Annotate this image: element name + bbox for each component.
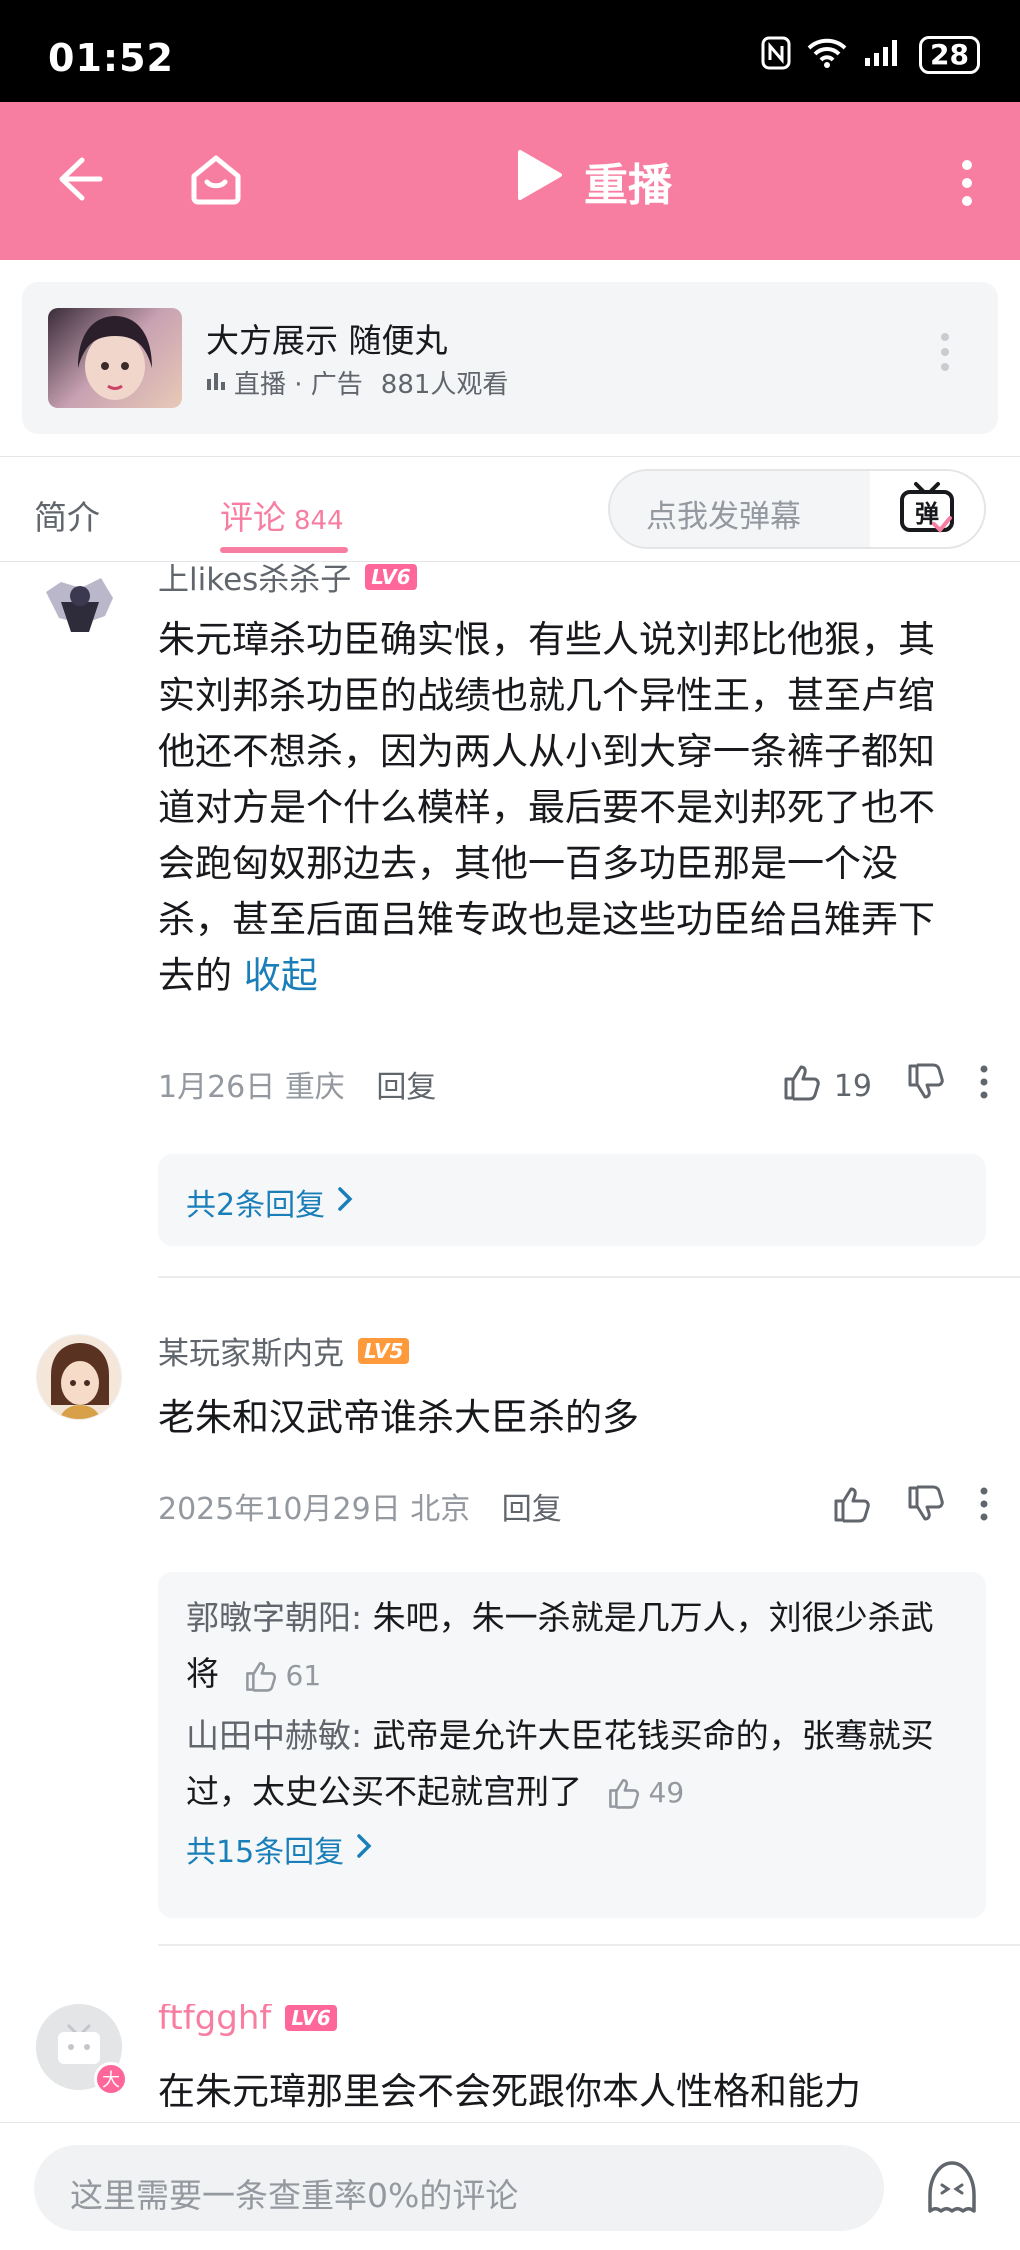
replay-label: 重播 [584, 159, 672, 211]
view-replies-link[interactable]: 共2条回复 [186, 1180, 958, 1224]
more-vertical-icon[interactable] [940, 332, 950, 376]
sub-reply-user[interactable]: 郭暾字朝阳: [186, 1598, 362, 1637]
comment-item: 大 ftfgghf LV6 在朱元璋那里会不会死跟你本人性格和能力 [0, 2004, 1020, 2122]
sub-like-count: 49 [648, 1776, 685, 1809]
comment-text: 在朱元璋那里会不会死跟你本人性格和能力 [158, 2070, 861, 2113]
like-count: 19 [833, 1068, 872, 1104]
vip-badge: 大 [94, 2062, 128, 2096]
live-tag: 直播 · 广告 [234, 370, 363, 400]
danmaku-tv-icon: 弹 [898, 480, 956, 540]
replies-box[interactable]: 郭暾字朝阳: 朱吧，朱一杀就是几万人，刘很少杀武将 61 山田中赫敏: 武帝是允… [158, 1572, 986, 1918]
emoji-icon[interactable] [920, 2155, 984, 2223]
signal-icon [863, 38, 903, 72]
view-replies-label: 共2条回复 [186, 1188, 326, 1223]
comment-count: 844 [294, 506, 344, 536]
avatar[interactable]: 大 [36, 2004, 128, 2096]
chevron-right-icon [356, 1832, 372, 1867]
comment-text: 老朱和汉武帝谁杀大臣杀的多 [158, 1396, 639, 1439]
comment-body: 朱元璋杀功臣确实恨，有些人说刘邦比他狠，其实刘邦杀功臣的战绩也就几个异性王，甚至… [158, 618, 935, 997]
live-viewers: 881人观看 [380, 370, 509, 400]
comment-text: 朱元璋杀功臣确实恨，有些人说刘邦比他狠，其实刘邦杀功臣的战绩也就几个异性王，甚至… [158, 612, 968, 1004]
tab-comments-label: 评论 [220, 498, 286, 537]
username-text: 某玩家斯内克 [158, 1336, 344, 1372]
live-meta: 直播 · 广告 881人观看 [206, 364, 508, 401]
sub-like[interactable]: 49 [607, 1765, 685, 1821]
replay-button[interactable]: 重播 [514, 148, 672, 213]
thumbs-up-icon [832, 1484, 872, 1532]
sub-reply[interactable]: 山田中赫敏: 武帝是允许大臣花钱买命的，张骞就买过，太史公买不起就宫刑了 49 [186, 1708, 958, 1822]
sub-reply-user[interactable]: 山田中赫敏: [186, 1716, 362, 1755]
tab-bar: 简介 评论 844 点我发弹幕 弹 [0, 456, 1020, 562]
home-icon[interactable] [186, 150, 246, 214]
like-button[interactable] [832, 1484, 872, 1532]
wifi-icon [807, 37, 847, 73]
level-badge: LV6 [365, 563, 417, 590]
avatar[interactable] [36, 1334, 122, 1420]
active-tab-indicator [220, 547, 348, 553]
more-vertical-icon[interactable] [980, 1065, 988, 1107]
danmaku-input[interactable]: 点我发弹幕 弹 [608, 469, 986, 549]
tab-comments[interactable]: 评论 844 [220, 491, 344, 539]
tab-intro[interactable]: 简介 [34, 491, 100, 539]
comment-input[interactable]: 这里需要一条查重率0%的评论 [34, 2145, 884, 2231]
comment-date: 2025年10月29日 [158, 1492, 401, 1527]
level-badge: LV6 [285, 2005, 337, 2031]
thumbs-up-icon [782, 1062, 822, 1110]
status-icons: 28 [761, 36, 980, 74]
comment-divider [158, 1944, 1020, 1946]
comment-item: 上likes杀杀子 LV6 朱元璋杀功臣确实恨，有些人说刘邦比他狠，其实刘邦杀功… [0, 562, 1020, 1250]
comment-date: 1月26日 [158, 1070, 276, 1105]
live-thumbnail [48, 308, 182, 408]
status-bar: 01:52 28 [0, 0, 1020, 102]
avatar[interactable] [36, 562, 122, 648]
username-text: ftfgghf [158, 2004, 272, 2038]
comment-username[interactable]: 上likes杀杀子 LV6 [158, 554, 417, 599]
live-title: 大方展示 随便丸 [206, 321, 448, 360]
more-vertical-icon[interactable] [960, 158, 974, 212]
nfc-icon [761, 36, 791, 74]
top-bar: 重播 [0, 102, 1020, 260]
like-button[interactable]: 19 [782, 1062, 872, 1110]
comment-meta: 2025年10月29日 北京 回复 [158, 1484, 988, 1528]
live-bars-icon [206, 368, 226, 398]
collapse-link[interactable]: 收起 [244, 954, 318, 997]
battery-indicator: 28 [919, 36, 980, 74]
view-replies-link[interactable]: 共15条回复 [186, 1827, 958, 1871]
danmaku-placeholder: 点我发弹幕 [646, 499, 801, 535]
comment-username[interactable]: 某玩家斯内克 LV5 [158, 1328, 410, 1373]
comment-location: 北京 [410, 1492, 471, 1527]
play-icon [514, 148, 564, 213]
sub-reply[interactable]: 郭暾字朝阳: 朱吧，朱一杀就是几万人，刘很少杀武将 61 [186, 1590, 958, 1704]
reply-button[interactable]: 回复 [502, 1492, 562, 1527]
chevron-right-icon [337, 1185, 353, 1220]
view-replies-label: 共15条回复 [186, 1835, 345, 1870]
comment-meta: 1月26日 重庆 回复 19 [158, 1062, 988, 1106]
replies-box[interactable]: 共2条回复 [158, 1154, 986, 1246]
level-badge: LV5 [358, 1337, 410, 1364]
live-recommendation-card[interactable]: 大方展示 随便丸 直播 · 广告 881人观看 [22, 282, 998, 434]
sub-like-count: 61 [285, 1658, 322, 1692]
thumbs-down-icon[interactable] [906, 1484, 946, 1532]
danmaku-button[interactable]: 弹 [870, 471, 984, 547]
thumbs-down-icon[interactable] [906, 1062, 946, 1110]
comment-item: 某玩家斯内克 LV5 老朱和汉武帝谁杀大臣杀的多 2025年10月29日 北京 … [0, 1334, 1020, 1954]
thumbs-up-icon [608, 1778, 639, 1809]
username-text: 上likes杀杀子 [158, 562, 352, 598]
clock: 01:52 [48, 36, 174, 80]
sub-like[interactable]: 61 [244, 1648, 322, 1704]
back-arrow-icon[interactable] [52, 152, 106, 210]
comment-divider [158, 1276, 1020, 1278]
reply-button[interactable]: 回复 [376, 1070, 436, 1105]
more-vertical-icon[interactable] [980, 1487, 988, 1529]
comment-username[interactable]: ftfgghf LV6 [158, 2004, 337, 2038]
thumbs-up-icon [245, 1661, 276, 1692]
comment-location: 重庆 [284, 1070, 345, 1105]
comment-input-bar: 这里需要一条查重率0%的评论 [0, 2122, 1020, 2250]
